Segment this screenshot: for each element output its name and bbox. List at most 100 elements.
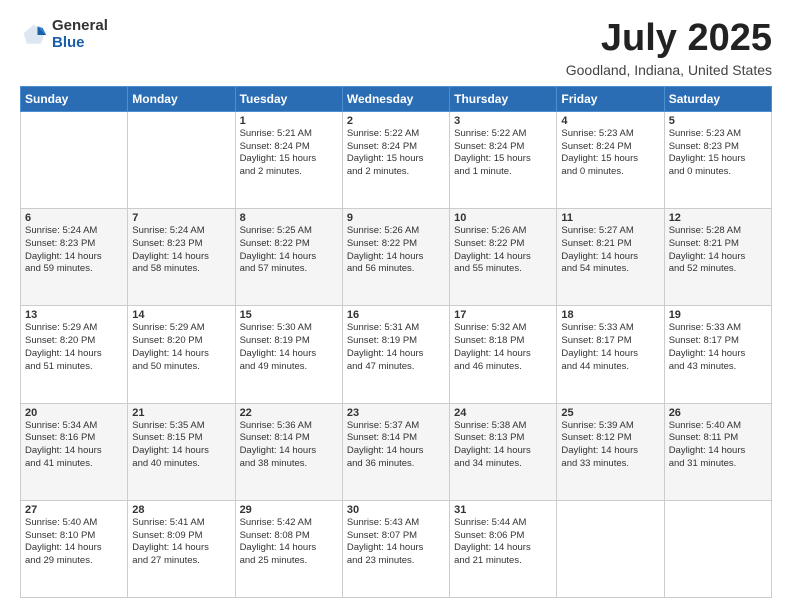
weekday-header-row: SundayMondayTuesdayWednesdayThursdayFrid… bbox=[21, 86, 772, 111]
day-number: 24 bbox=[454, 407, 552, 419]
calendar-cell: 31Sunrise: 5:44 AM Sunset: 8:06 PM Dayli… bbox=[450, 500, 557, 597]
day-number: 22 bbox=[240, 407, 338, 419]
calendar-cell: 28Sunrise: 5:41 AM Sunset: 8:09 PM Dayli… bbox=[128, 500, 235, 597]
day-info: Sunrise: 5:31 AM Sunset: 8:19 PM Dayligh… bbox=[347, 322, 445, 373]
day-info: Sunrise: 5:25 AM Sunset: 8:22 PM Dayligh… bbox=[240, 225, 338, 276]
calendar-cell: 2Sunrise: 5:22 AM Sunset: 8:24 PM Daylig… bbox=[342, 111, 449, 208]
calendar-cell: 26Sunrise: 5:40 AM Sunset: 8:11 PM Dayli… bbox=[664, 403, 771, 500]
calendar-cell: 1Sunrise: 5:21 AM Sunset: 8:24 PM Daylig… bbox=[235, 111, 342, 208]
calendar-cell: 19Sunrise: 5:33 AM Sunset: 8:17 PM Dayli… bbox=[664, 306, 771, 403]
day-number: 8 bbox=[240, 212, 338, 224]
day-number: 13 bbox=[25, 309, 123, 321]
logo: General Blue bbox=[20, 18, 108, 51]
calendar-cell: 22Sunrise: 5:36 AM Sunset: 8:14 PM Dayli… bbox=[235, 403, 342, 500]
calendar-cell: 18Sunrise: 5:33 AM Sunset: 8:17 PM Dayli… bbox=[557, 306, 664, 403]
day-info: Sunrise: 5:29 AM Sunset: 8:20 PM Dayligh… bbox=[25, 322, 123, 373]
calendar-cell: 23Sunrise: 5:37 AM Sunset: 8:14 PM Dayli… bbox=[342, 403, 449, 500]
day-number: 5 bbox=[669, 115, 767, 127]
calendar-cell: 15Sunrise: 5:30 AM Sunset: 8:19 PM Dayli… bbox=[235, 306, 342, 403]
day-number: 17 bbox=[454, 309, 552, 321]
main-title: July 2025 bbox=[566, 18, 772, 60]
day-number: 12 bbox=[669, 212, 767, 224]
page: General Blue July 2025 Goodland, Indiana… bbox=[0, 0, 792, 612]
logo-general: General bbox=[52, 18, 108, 35]
day-info: Sunrise: 5:23 AM Sunset: 8:24 PM Dayligh… bbox=[561, 128, 659, 179]
calendar-cell: 29Sunrise: 5:42 AM Sunset: 8:08 PM Dayli… bbox=[235, 500, 342, 597]
calendar-cell: 3Sunrise: 5:22 AM Sunset: 8:24 PM Daylig… bbox=[450, 111, 557, 208]
calendar-cell bbox=[128, 111, 235, 208]
day-info: Sunrise: 5:24 AM Sunset: 8:23 PM Dayligh… bbox=[25, 225, 123, 276]
calendar-cell: 5Sunrise: 5:23 AM Sunset: 8:23 PM Daylig… bbox=[664, 111, 771, 208]
day-number: 23 bbox=[347, 407, 445, 419]
day-info: Sunrise: 5:22 AM Sunset: 8:24 PM Dayligh… bbox=[347, 128, 445, 179]
weekday-header-monday: Monday bbox=[128, 86, 235, 111]
calendar-cell: 10Sunrise: 5:26 AM Sunset: 8:22 PM Dayli… bbox=[450, 209, 557, 306]
day-info: Sunrise: 5:26 AM Sunset: 8:22 PM Dayligh… bbox=[347, 225, 445, 276]
calendar-table: SundayMondayTuesdayWednesdayThursdayFrid… bbox=[20, 86, 772, 598]
calendar-cell: 24Sunrise: 5:38 AM Sunset: 8:13 PM Dayli… bbox=[450, 403, 557, 500]
calendar-cell: 8Sunrise: 5:25 AM Sunset: 8:22 PM Daylig… bbox=[235, 209, 342, 306]
day-number: 29 bbox=[240, 504, 338, 516]
day-number: 26 bbox=[669, 407, 767, 419]
calendar-week-4: 20Sunrise: 5:34 AM Sunset: 8:16 PM Dayli… bbox=[21, 403, 772, 500]
calendar-cell: 4Sunrise: 5:23 AM Sunset: 8:24 PM Daylig… bbox=[557, 111, 664, 208]
weekday-header-wednesday: Wednesday bbox=[342, 86, 449, 111]
day-number: 7 bbox=[132, 212, 230, 224]
day-number: 15 bbox=[240, 309, 338, 321]
calendar-cell: 6Sunrise: 5:24 AM Sunset: 8:23 PM Daylig… bbox=[21, 209, 128, 306]
day-number: 10 bbox=[454, 212, 552, 224]
day-number: 19 bbox=[669, 309, 767, 321]
day-info: Sunrise: 5:26 AM Sunset: 8:22 PM Dayligh… bbox=[454, 225, 552, 276]
weekday-header-tuesday: Tuesday bbox=[235, 86, 342, 111]
day-number: 30 bbox=[347, 504, 445, 516]
subtitle: Goodland, Indiana, United States bbox=[566, 62, 772, 78]
calendar-cell: 17Sunrise: 5:32 AM Sunset: 8:18 PM Dayli… bbox=[450, 306, 557, 403]
day-number: 3 bbox=[454, 115, 552, 127]
calendar-cell: 7Sunrise: 5:24 AM Sunset: 8:23 PM Daylig… bbox=[128, 209, 235, 306]
day-info: Sunrise: 5:40 AM Sunset: 8:11 PM Dayligh… bbox=[669, 420, 767, 471]
day-number: 21 bbox=[132, 407, 230, 419]
day-number: 31 bbox=[454, 504, 552, 516]
logo-blue: Blue bbox=[52, 35, 108, 52]
calendar-cell: 14Sunrise: 5:29 AM Sunset: 8:20 PM Dayli… bbox=[128, 306, 235, 403]
day-number: 11 bbox=[561, 212, 659, 224]
day-info: Sunrise: 5:30 AM Sunset: 8:19 PM Dayligh… bbox=[240, 322, 338, 373]
weekday-header-thursday: Thursday bbox=[450, 86, 557, 111]
day-number: 25 bbox=[561, 407, 659, 419]
calendar-cell: 20Sunrise: 5:34 AM Sunset: 8:16 PM Dayli… bbox=[21, 403, 128, 500]
day-number: 18 bbox=[561, 309, 659, 321]
title-block: July 2025 Goodland, Indiana, United Stat… bbox=[566, 18, 772, 78]
calendar-cell bbox=[664, 500, 771, 597]
day-number: 20 bbox=[25, 407, 123, 419]
calendar-week-1: 1Sunrise: 5:21 AM Sunset: 8:24 PM Daylig… bbox=[21, 111, 772, 208]
day-info: Sunrise: 5:27 AM Sunset: 8:21 PM Dayligh… bbox=[561, 225, 659, 276]
day-number: 2 bbox=[347, 115, 445, 127]
day-info: Sunrise: 5:28 AM Sunset: 8:21 PM Dayligh… bbox=[669, 225, 767, 276]
day-number: 27 bbox=[25, 504, 123, 516]
day-number: 14 bbox=[132, 309, 230, 321]
day-info: Sunrise: 5:39 AM Sunset: 8:12 PM Dayligh… bbox=[561, 420, 659, 471]
day-info: Sunrise: 5:42 AM Sunset: 8:08 PM Dayligh… bbox=[240, 517, 338, 568]
calendar-cell: 30Sunrise: 5:43 AM Sunset: 8:07 PM Dayli… bbox=[342, 500, 449, 597]
calendar-cell: 12Sunrise: 5:28 AM Sunset: 8:21 PM Dayli… bbox=[664, 209, 771, 306]
calendar-cell: 11Sunrise: 5:27 AM Sunset: 8:21 PM Dayli… bbox=[557, 209, 664, 306]
day-info: Sunrise: 5:24 AM Sunset: 8:23 PM Dayligh… bbox=[132, 225, 230, 276]
calendar-cell: 25Sunrise: 5:39 AM Sunset: 8:12 PM Dayli… bbox=[557, 403, 664, 500]
day-number: 6 bbox=[25, 212, 123, 224]
calendar-cell bbox=[557, 500, 664, 597]
calendar-cell: 27Sunrise: 5:40 AM Sunset: 8:10 PM Dayli… bbox=[21, 500, 128, 597]
day-number: 16 bbox=[347, 309, 445, 321]
day-number: 9 bbox=[347, 212, 445, 224]
day-number: 4 bbox=[561, 115, 659, 127]
calendar-cell bbox=[21, 111, 128, 208]
day-info: Sunrise: 5:36 AM Sunset: 8:14 PM Dayligh… bbox=[240, 420, 338, 471]
day-info: Sunrise: 5:41 AM Sunset: 8:09 PM Dayligh… bbox=[132, 517, 230, 568]
day-info: Sunrise: 5:35 AM Sunset: 8:15 PM Dayligh… bbox=[132, 420, 230, 471]
calendar-week-3: 13Sunrise: 5:29 AM Sunset: 8:20 PM Dayli… bbox=[21, 306, 772, 403]
day-info: Sunrise: 5:44 AM Sunset: 8:06 PM Dayligh… bbox=[454, 517, 552, 568]
day-info: Sunrise: 5:34 AM Sunset: 8:16 PM Dayligh… bbox=[25, 420, 123, 471]
weekday-header-friday: Friday bbox=[557, 86, 664, 111]
weekday-header-sunday: Sunday bbox=[21, 86, 128, 111]
day-info: Sunrise: 5:29 AM Sunset: 8:20 PM Dayligh… bbox=[132, 322, 230, 373]
day-info: Sunrise: 5:38 AM Sunset: 8:13 PM Dayligh… bbox=[454, 420, 552, 471]
